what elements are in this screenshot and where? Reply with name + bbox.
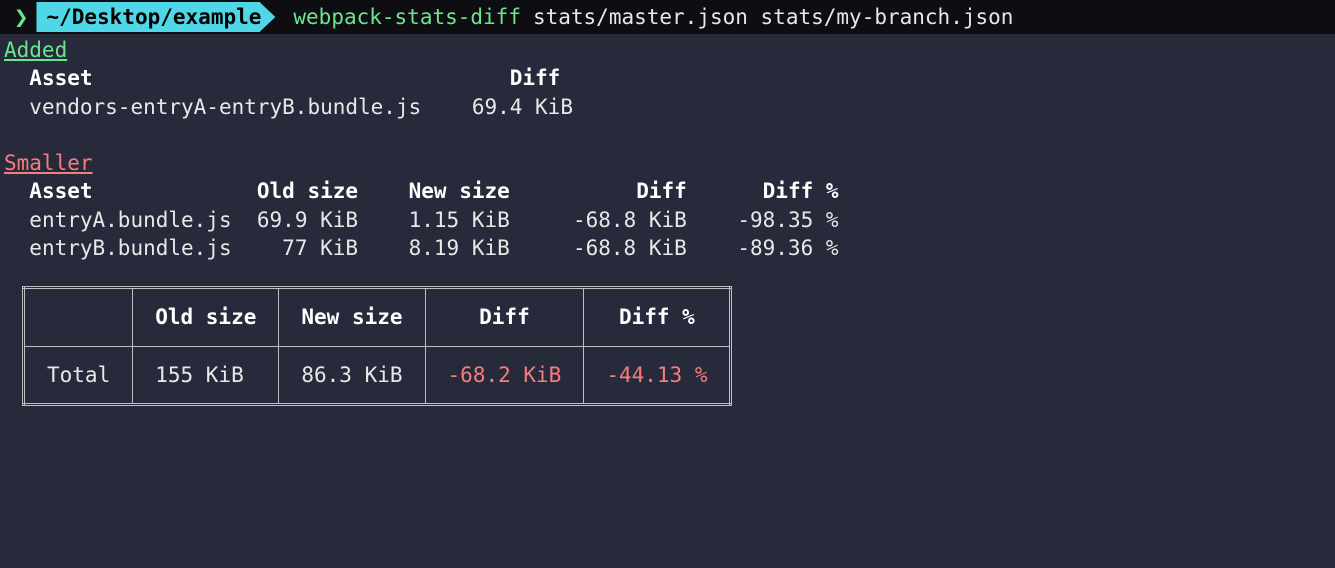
total-header-blank xyxy=(24,288,133,346)
prompt-args[interactable]: stats/master.json stats/my-branch.json xyxy=(521,3,1013,31)
smaller-diff-1: -68.8 KiB xyxy=(573,236,687,260)
added-header-row: Asset Diff xyxy=(4,64,1335,92)
smaller-row: entryA.bundle.js 69.9 KiB 1.15 KiB -68.8… xyxy=(4,206,1335,234)
added-asset: vendors-entryA-entryB.bundle.js xyxy=(29,95,421,119)
col-header-diff-text: Diff xyxy=(510,66,561,90)
total-old: 155 KiB xyxy=(133,346,279,404)
smaller-pct-0: -98.35 % xyxy=(737,208,838,232)
col-header-asset xyxy=(4,66,29,90)
total-new: 86.3 KiB xyxy=(279,346,425,404)
smaller-new-0: 1.15 KiB xyxy=(409,208,510,232)
col-old: Old size xyxy=(257,179,358,203)
terminal-prompt-line: ❯ ~/Desktop/example webpack-stats-diff s… xyxy=(0,0,1335,34)
terminal-output: Added Asset Diff vendors-entryA-entryB.b… xyxy=(0,34,1335,406)
added-row: vendors-entryA-entryB.bundle.js 69.4 KiB xyxy=(4,93,1335,121)
prompt-command[interactable]: webpack-stats-diff xyxy=(275,3,521,31)
added-diff: 69.4 KiB xyxy=(472,95,573,119)
section-header-added: Added xyxy=(4,36,1335,64)
total-pct: -44.13 % xyxy=(584,346,731,404)
smaller-diff-0: -68.8 KiB xyxy=(573,208,687,232)
total-header-pct: Diff % xyxy=(584,288,731,346)
total-data-row: Total 155 KiB 86.3 KiB -68.2 KiB -44.13 … xyxy=(24,346,731,404)
col-pct: Diff % xyxy=(763,179,839,203)
smaller-header-row: Asset Old size New size Diff Diff % xyxy=(4,177,1335,205)
col-asset: Asset xyxy=(29,179,92,203)
col-diff: Diff xyxy=(636,179,687,203)
total-header-row: Old size New size Diff Diff % xyxy=(24,288,731,346)
total-header-diff: Diff xyxy=(425,288,584,346)
total-label: Total xyxy=(24,346,133,404)
smaller-old-1: 77 KiB xyxy=(282,236,358,260)
smaller-asset-0: entryA.bundle.js xyxy=(29,208,231,232)
smaller-new-1: 8.19 KiB xyxy=(409,236,510,260)
smaller-row: entryB.bundle.js 77 KiB 8.19 KiB -68.8 K… xyxy=(4,234,1335,262)
prompt-cwd: ~/Desktop/example xyxy=(36,2,275,32)
total-header-new: New size xyxy=(279,288,425,346)
total-table: Old size New size Diff Diff % Total 155 … xyxy=(22,286,732,406)
smaller-old-0: 69.9 KiB xyxy=(257,208,358,232)
col-new: New size xyxy=(409,179,510,203)
smaller-asset-1: entryB.bundle.js xyxy=(29,236,231,260)
prompt-arrow-icon: ❯ xyxy=(0,1,36,33)
total-header-old: Old size xyxy=(133,288,279,346)
col-header-asset-text: Asset xyxy=(29,66,92,90)
total-diff: -68.2 KiB xyxy=(425,346,584,404)
smaller-pct-1: -89.36 % xyxy=(737,236,838,260)
section-header-smaller: Smaller xyxy=(4,149,1335,177)
